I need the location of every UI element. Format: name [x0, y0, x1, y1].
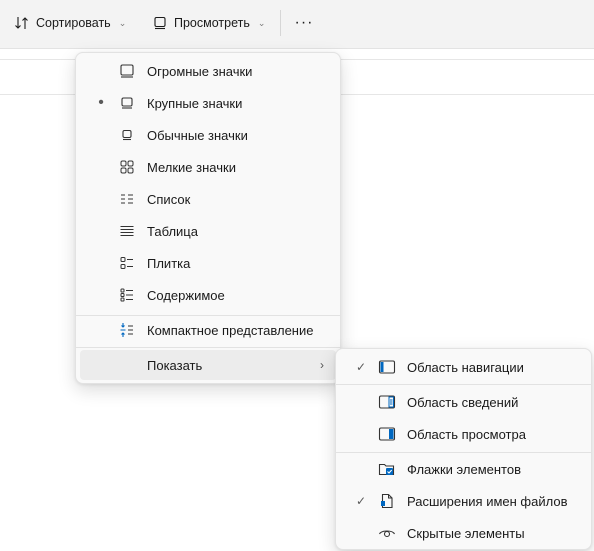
menu-item-label: Содержимое [147, 287, 225, 303]
details-pane-icon [378, 393, 396, 411]
menu-item-label: Таблица [147, 223, 198, 239]
menu-item-extra-large-icons[interactable]: Огромные значки [80, 56, 336, 86]
large-icons-icon [118, 94, 136, 112]
navigation-pane-icon [378, 358, 396, 376]
content-icon [118, 286, 136, 304]
menu-item-label: Скрытые элементы [407, 525, 525, 541]
show-submenu: ✓ Область навигации Область сведений Обл… [335, 348, 592, 550]
menu-item-small-icons[interactable]: Мелкие значки [80, 152, 336, 182]
menu-item-label: Область навигации [407, 359, 524, 375]
menu-item-label: Расширения имен файлов [407, 493, 568, 509]
menu-item-navigation-pane[interactable]: ✓ Область навигации [340, 352, 587, 382]
menu-item-list[interactable]: Список [80, 184, 336, 214]
menu-item-label: Флажки элементов [407, 461, 521, 477]
menu-item-label: Список [147, 191, 191, 207]
view-label: Просмотреть [174, 16, 250, 30]
chevron-down-icon: ⌄ [257, 17, 266, 28]
menu-item-content[interactable]: Содержимое [80, 280, 336, 310]
menu-item-item-checkboxes[interactable]: Флажки элементов [340, 454, 587, 484]
sort-label: Сортировать [36, 16, 111, 30]
menu-item-large-icons[interactable]: • Крупные значки [80, 88, 336, 118]
hidden-items-icon [378, 524, 396, 542]
menu-item-hidden-items[interactable]: Скрытые элементы [340, 518, 587, 548]
menu-item-label: Показать [147, 357, 203, 373]
menu-item-label: Обычные значки [147, 127, 248, 143]
small-icons-icon [118, 158, 136, 176]
menu-item-label: Область сведений [407, 394, 519, 410]
checkmark-icon: ✓ [355, 494, 367, 508]
view-icon [154, 16, 166, 30]
menu-divider [76, 347, 340, 348]
more-options-button[interactable]: ··· [290, 9, 318, 37]
menu-divider [336, 452, 591, 453]
compact-view-icon [118, 321, 136, 339]
selected-bullet: • [98, 94, 104, 111]
view-menu: Огромные значки • Крупные значки Обычные… [75, 52, 341, 384]
chevron-right-icon: › [320, 358, 324, 372]
menu-item-tiles[interactable]: Плитка [80, 248, 336, 278]
menu-item-file-extensions[interactable]: ✓ Расширения имен файлов [340, 486, 587, 516]
more-icon: ··· [294, 14, 314, 31]
menu-item-medium-icons[interactable]: Обычные значки [80, 120, 336, 150]
menu-item-label: Область просмотра [407, 426, 526, 442]
menu-item-label: Крупные значки [147, 95, 243, 111]
menu-item-label: Огромные значки [147, 63, 253, 79]
menu-item-details-pane[interactable]: Область сведений [340, 387, 587, 417]
file-extensions-icon [378, 492, 396, 510]
view-button[interactable]: Просмотреть ⌄ [148, 9, 269, 37]
chevron-down-icon: ⌄ [118, 17, 127, 28]
menu-item-label: Компактное представление [147, 322, 314, 338]
medium-icons-icon [118, 126, 136, 144]
sort-icon [15, 17, 28, 29]
menu-divider [336, 384, 591, 385]
menu-item-label: Мелкие значки [147, 159, 236, 175]
menu-item-compact-view[interactable]: Компактное представление [80, 315, 336, 345]
preview-pane-icon [378, 425, 396, 443]
item-checkboxes-icon [378, 460, 396, 478]
details-icon [118, 222, 136, 240]
menu-item-details[interactable]: Таблица [80, 216, 336, 246]
tiles-icon [118, 254, 136, 272]
menu-item-label: Плитка [147, 255, 191, 271]
sort-button[interactable]: Сортировать ⌄ [10, 9, 130, 37]
toolbar-divider [280, 10, 281, 36]
command-bar: Сортировать ⌄ Просмотреть ⌄ ··· [0, 0, 594, 49]
extra-large-icons-icon [118, 62, 136, 80]
checkmark-icon: ✓ [355, 360, 367, 374]
menu-item-preview-pane[interactable]: Область просмотра [340, 419, 587, 449]
menu-item-show[interactable]: Показать › [80, 350, 336, 380]
list-icon [118, 190, 136, 208]
